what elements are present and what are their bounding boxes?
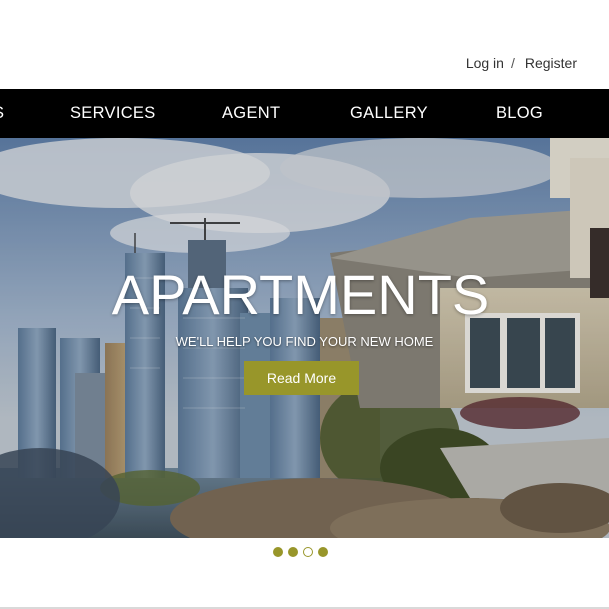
main-nav: S SERVICES AGENT GALLERY BLOG xyxy=(0,89,609,138)
slider-dot-1[interactable] xyxy=(273,547,283,557)
hero-title-text: APARTMENTS xyxy=(111,263,490,326)
read-more-button[interactable]: Read More xyxy=(244,361,359,395)
auth-links: Log in / Register xyxy=(466,55,577,71)
page: Log in / Register S SERVICES AGENT GALLE… xyxy=(0,0,609,609)
auth-separator: / xyxy=(510,55,515,71)
hero-title: APARTMENTS xyxy=(0,262,609,327)
slider-dot-3-active[interactable] xyxy=(303,547,313,557)
register-link[interactable]: Register xyxy=(525,55,577,71)
hero-subtitle: WE'LL HELP YOU FIND YOUR NEW HOME xyxy=(175,334,434,349)
slider-dot-2[interactable] xyxy=(288,547,298,557)
slider-dot-4[interactable] xyxy=(318,547,328,557)
nav-item-blog[interactable]: BLOG xyxy=(496,89,543,138)
nav-item-services[interactable]: SERVICES xyxy=(70,89,156,138)
login-link[interactable]: Log in xyxy=(466,55,504,71)
nav-item-gallery[interactable]: GALLERY xyxy=(350,89,428,138)
nav-item-agent[interactable]: AGENT xyxy=(222,89,280,138)
hero-slider: APARTMENTS WE'LL HELP YOU FIND YOUR NEW … xyxy=(0,138,609,538)
nav-item-partial[interactable]: S xyxy=(0,89,4,138)
slider-dots xyxy=(273,547,328,557)
